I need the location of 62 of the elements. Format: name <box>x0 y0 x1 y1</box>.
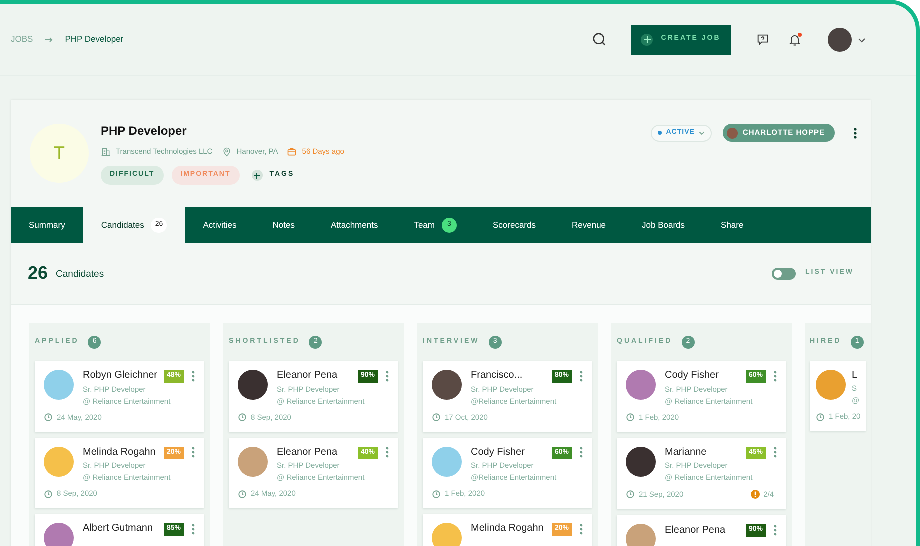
more-icon[interactable] <box>854 128 857 138</box>
tab[interactable]: Revenue <box>554 207 624 243</box>
tab[interactable]: Scorecards <box>475 207 554 243</box>
location-pin-icon <box>222 146 232 157</box>
avatar <box>44 370 74 400</box>
tab[interactable]: Share <box>703 207 762 243</box>
clock-icon <box>44 490 53 498</box>
clock-icon <box>432 413 441 422</box>
tab[interactable]: Activities <box>185 207 255 243</box>
clock-icon <box>816 412 825 422</box>
clock-icon <box>238 413 247 422</box>
candidate-name[interactable]: Melinda Rogahn <box>471 523 544 536</box>
clock-icon <box>626 413 635 422</box>
candidate-name[interactable]: Eleanor Pena <box>665 524 726 536</box>
list-view-toggle[interactable] <box>772 268 796 280</box>
clock-icon <box>238 490 247 498</box>
tab[interactable]: Job Boards <box>624 207 704 243</box>
avatar <box>44 523 74 546</box>
candidate-name[interactable]: L <box>852 370 858 382</box>
avatar <box>44 446 74 476</box>
help-chat-icon[interactable] <box>756 32 770 46</box>
candidate-name[interactable]: Robyn Gleichner <box>83 370 158 382</box>
search-icon[interactable] <box>592 32 607 47</box>
notification-bell-icon[interactable] <box>788 32 802 46</box>
candidate-name[interactable]: Marianne <box>665 446 707 459</box>
avatar <box>432 523 462 546</box>
job-title: PHP Developer <box>101 123 188 140</box>
warning-icon <box>750 490 760 500</box>
candidate-name[interactable]: Cody Fisher <box>665 370 719 382</box>
candidate-name[interactable]: Francisco... <box>471 370 523 382</box>
chevron-down-icon <box>698 130 705 136</box>
avatar <box>432 370 462 400</box>
clock-icon <box>626 490 635 500</box>
user-avatar[interactable] <box>828 28 852 52</box>
candidate-name[interactable]: Eleanor Pena <box>277 370 338 382</box>
breadcrumb-link[interactable]: PHP Developer <box>65 33 124 46</box>
arrow-icon <box>45 36 54 42</box>
clock-icon <box>44 413 53 422</box>
candidate-name[interactable]: Albert Gutmann <box>83 523 154 536</box>
avatar <box>238 446 268 476</box>
clock-icon <box>432 490 441 498</box>
tab[interactable]: Summary <box>11 207 84 243</box>
company-avatar: T <box>30 124 89 183</box>
plus-icon <box>252 170 263 181</box>
candidate-name[interactable]: Cody Fisher <box>471 446 525 459</box>
avatar <box>432 446 462 476</box>
avatar <box>816 370 846 400</box>
avatar <box>626 524 656 546</box>
candidates-label: Candidates <box>56 268 104 282</box>
plus-icon <box>641 34 654 46</box>
building-icon <box>101 146 111 157</box>
tab[interactable]: Notes <box>254 207 313 243</box>
avatar <box>626 370 656 400</box>
avatar <box>626 446 656 476</box>
briefcase-icon <box>287 146 298 157</box>
candidate-name[interactable]: Melinda Rogahn <box>83 446 156 459</box>
owner-avatar <box>726 128 738 138</box>
tab[interactable]: Attachments <box>312 207 396 243</box>
candidate-name[interactable]: Eleanor Pena <box>277 446 338 459</box>
chevron-down-icon[interactable] <box>858 36 866 44</box>
avatar <box>238 370 268 400</box>
candidate-count: 26 <box>28 262 48 285</box>
